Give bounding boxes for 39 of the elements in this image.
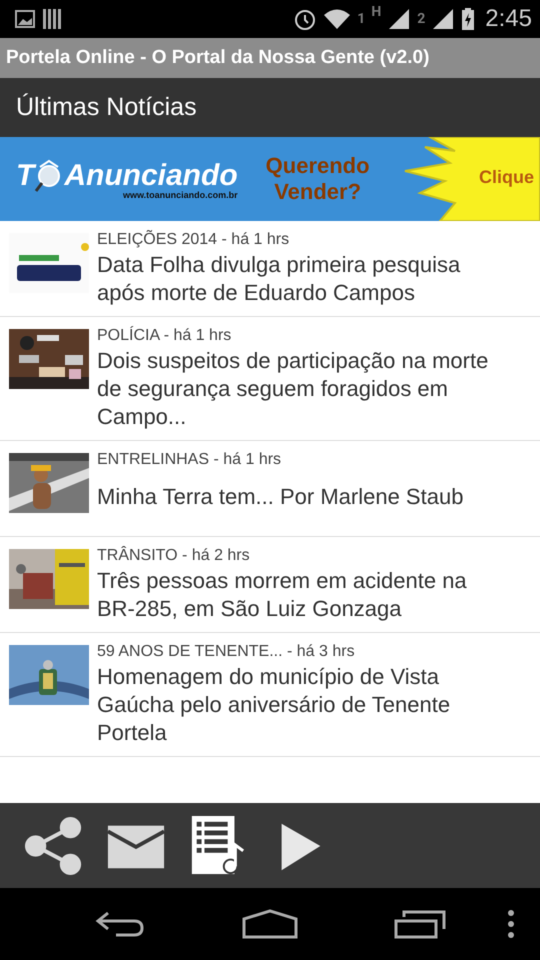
news-item[interactable]: ELEIÇÕES 2014 - há 1 hrs Data Folha divulga primeira pesquisa após morte de Eduardo Campos — [0, 221, 540, 317]
news-title: Três pessoas morrem em acidente na BR-285, em São Luiz Gonzaga — [97, 567, 468, 623]
website-url: www.toanunciando.com.br — [122, 190, 238, 200]
news-meta: ELEIÇÕES 2014 - há 1 hrs — [97, 231, 290, 249]
ad-banner[interactable]: T Anunciando www.toanunciando.com.br Querendo Vender? Clique — [0, 137, 540, 221]
news-meta: 59 ANOS DE TENENTE... - há 3 hrs — [97, 643, 356, 661]
back-icon[interactable] — [94, 909, 146, 939]
news-title: Dois suspeitos de participação na morte de segurança seguem foragidos em Campo... — [97, 347, 490, 431]
news-meta: ENTRELINHAS - há 1 hrs — [97, 451, 282, 469]
logo-text: Anunciando — [64, 158, 238, 192]
sim-number: 1 — [357, 11, 366, 27]
image-icon — [14, 7, 36, 31]
news-item[interactable]: POLÍCIA - há 1 hrs Dois suspeitos de participação na morte de segurança seguem foragidos em Campo... — [0, 317, 540, 441]
slogan-text: Querendo Vender? — [266, 153, 370, 205]
news-title: Minha Terra tem... Por Marlene Staub — [97, 483, 464, 511]
news-title: Homenagem do município de Vista Gaúcha pelo aniversário de Tenente Portela — [97, 663, 452, 747]
news-item[interactable]: TRÂNSITO - há 2 hrs Três pessoas morrem em acidente na BR-285, em São Luiz Gonzaga — [0, 537, 540, 633]
news-item[interactable]: ENTRELINHAS - há 1 hrs Minha Terra tem... Por Marlene Staub — [0, 441, 540, 537]
barcode-icon — [42, 7, 62, 31]
home-icon[interactable] — [242, 909, 298, 939]
section-title: Últimas Notícias — [16, 93, 197, 122]
share-icon[interactable] — [24, 814, 84, 876]
window-title: Portela Online - O Portal da Nossa Gente (v2.0) — [6, 47, 430, 69]
news-meta: POLÍCIA - há 1 hrs — [97, 327, 232, 345]
click-text: Clique — [478, 167, 534, 188]
logo-text: T — [16, 158, 34, 192]
news-meta: TRÂNSITO - há 2 hrs — [97, 547, 251, 565]
recent-apps-icon[interactable] — [394, 909, 446, 939]
menu-icon[interactable] — [507, 909, 515, 939]
signal-icon — [387, 7, 412, 31]
news-title: Data Folha divulga primeira pesquisa após morte de Eduardo Campos — [97, 251, 462, 307]
wifi-icon — [323, 7, 352, 31]
clock-time: 2:45 — [485, 5, 532, 33]
alarm-icon — [293, 7, 318, 31]
sim-number: 2 — [417, 11, 426, 27]
news-item[interactable]: 59 ANOS DE TENENTE... - há 3 hrs Homenagem do município de Vista Gaúcha pelo aniversário de Tenente Portela — [0, 633, 540, 757]
signal-icon — [431, 7, 456, 31]
battery-icon — [461, 7, 476, 31]
network-type: H — [371, 4, 382, 20]
